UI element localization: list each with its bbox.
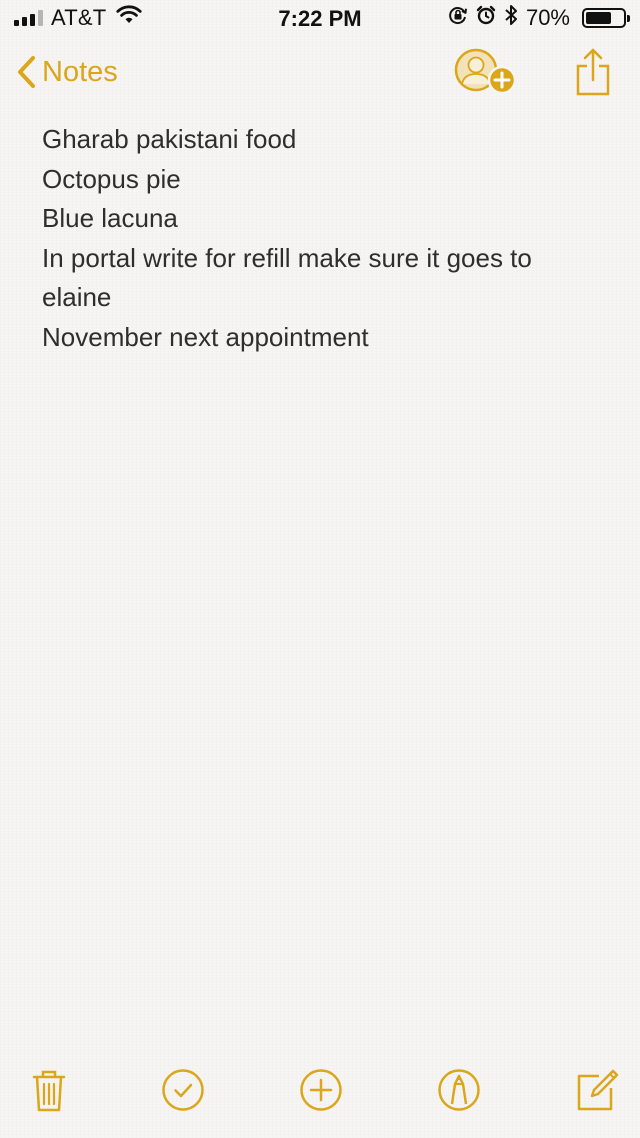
add-person-icon — [454, 48, 517, 95]
note-line[interactable]: elaine — [42, 278, 602, 318]
rotation-lock-icon — [448, 5, 468, 31]
battery-icon — [582, 8, 630, 28]
add-icon — [300, 1069, 342, 1111]
battery-percent: 70% — [525, 5, 570, 30]
status-bar: AT&T 7:22 PM 70% — [0, 0, 640, 36]
note-line[interactable]: November next appointment — [42, 318, 602, 358]
bluetooth-icon — [504, 4, 518, 32]
compose-button[interactable] — [573, 1066, 621, 1114]
chevron-left-icon — [18, 56, 35, 88]
note-line[interactable]: Blue lacuna — [42, 199, 602, 239]
markup-button[interactable] — [435, 1066, 483, 1114]
navigation-bar: Notes — [0, 36, 640, 112]
delete-button[interactable] — [25, 1066, 73, 1114]
compose-icon — [577, 1069, 619, 1111]
share-button[interactable] — [574, 46, 612, 98]
back-button-label: Notes — [42, 55, 118, 88]
share-icon — [576, 48, 610, 96]
alarm-icon — [476, 5, 496, 31]
note-content[interactable]: Gharab pakistani food Octopus pie Blue l… — [42, 120, 602, 357]
note-line[interactable]: Octopus pie — [42, 160, 602, 200]
checklist-icon — [162, 1069, 204, 1111]
bottom-toolbar — [0, 1050, 640, 1138]
battery-fill — [586, 12, 611, 24]
note-line[interactable]: In portal write for refill make sure it … — [42, 239, 602, 279]
add-person-button[interactable] — [454, 46, 520, 98]
trash-icon — [32, 1070, 66, 1112]
checklist-button[interactable] — [159, 1066, 207, 1114]
add-button[interactable] — [297, 1066, 345, 1114]
back-button[interactable]: Notes — [16, 52, 118, 92]
status-right: 70% — [448, 4, 630, 32]
markup-icon — [438, 1069, 480, 1111]
note-line[interactable]: Gharab pakistani food — [42, 120, 602, 160]
